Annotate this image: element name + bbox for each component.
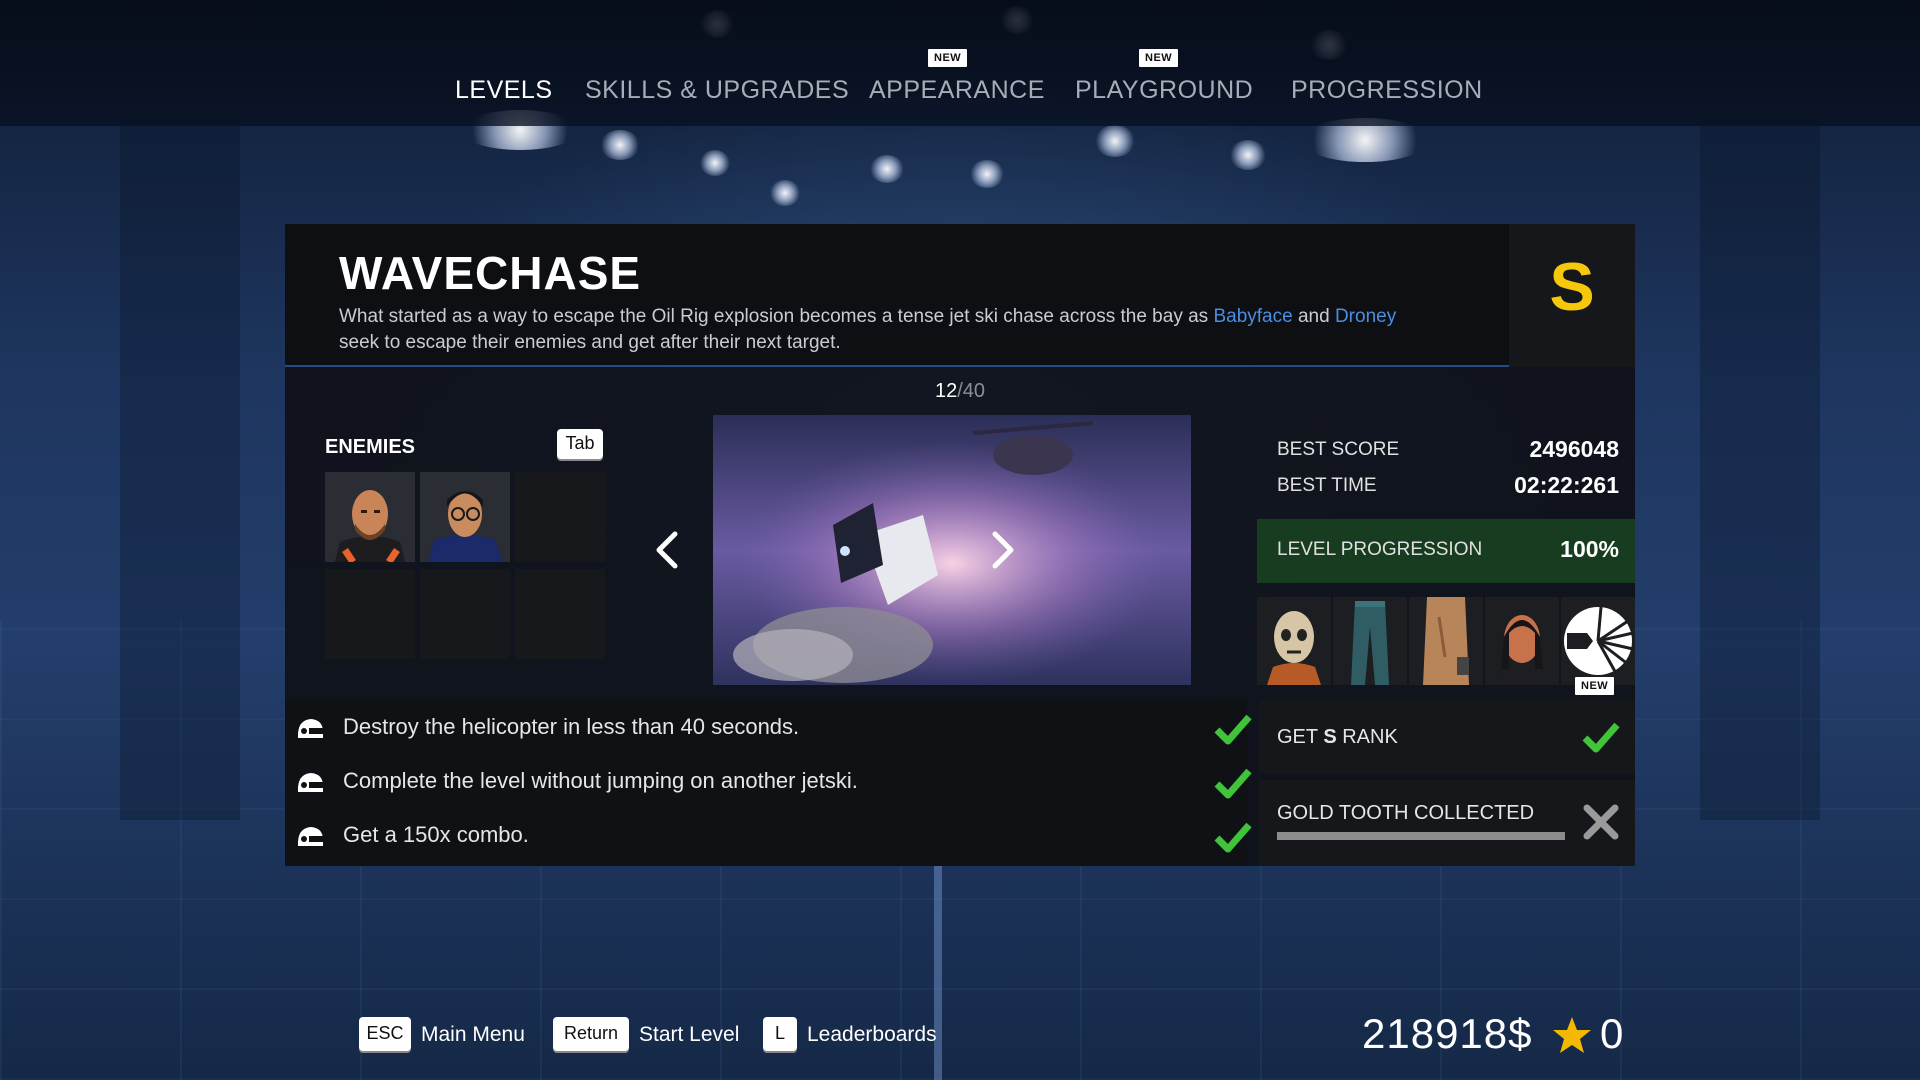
ceiling-light <box>700 150 730 176</box>
next-level-arrow-icon[interactable] <box>985 528 1021 577</box>
goal-rank: GET S RANK <box>1259 700 1635 774</box>
level-progression-label: LEVEL PROGRESSION <box>1277 539 1483 560</box>
cross-icon <box>1583 804 1619 840</box>
level-description: What started as a way to escape the Oil … <box>339 304 1489 356</box>
character-link-babyface[interactable]: Babyface <box>1213 306 1292 327</box>
best-time-value: 02:22:261 <box>1514 472 1619 498</box>
ceiling-light <box>1095 125 1135 157</box>
tab-playground[interactable]: PLAYGROUND <box>1075 76 1253 105</box>
reward-hair[interactable] <box>1485 597 1559 685</box>
description-text: seek to escape their enemies and get aft… <box>339 332 841 353</box>
checkmark-icon <box>1214 768 1252 799</box>
tab-levels[interactable]: LEVELS <box>455 76 553 105</box>
gold-tooth-progress-bar <box>1277 832 1565 840</box>
enemy-portrait[interactable] <box>325 472 415 562</box>
esc-key[interactable]: ESC <box>359 1017 411 1051</box>
tab-skills-upgrades[interactable]: SKILLS & UPGRADES <box>585 76 849 105</box>
goal-rank-prefix: GET <box>1277 726 1324 748</box>
main-menu-label[interactable]: Main Menu <box>421 1023 525 1047</box>
enemy-slot-empty <box>325 569 415 659</box>
helmet-icon <box>297 719 323 738</box>
enemy-slot-empty <box>515 569 605 659</box>
star-counter: 0 <box>1600 1010 1624 1057</box>
background-pillar <box>120 120 240 820</box>
enemy-slot-empty <box>515 472 605 562</box>
description-text: What started as a way to escape the Oil … <box>339 306 1214 327</box>
ceiling-light <box>1230 140 1266 170</box>
level-stats: BEST SCORE 2496048 BEST TIME 02:22:261 L… <box>1257 415 1635 695</box>
level-preview-image <box>713 415 1191 685</box>
reward-pants[interactable] <box>1333 597 1407 685</box>
best-time-label: BEST TIME <box>1277 475 1377 496</box>
objectives-list: Destroy the helicopter in less than 40 s… <box>285 700 1252 866</box>
objective-text: Complete the level without jumping on an… <box>343 768 858 793</box>
description-text: and <box>1292 306 1335 327</box>
checkmark-icon <box>1582 722 1620 753</box>
tab-progression[interactable]: PROGRESSION <box>1291 76 1483 105</box>
reward-outfit[interactable] <box>1409 597 1483 685</box>
previous-level-arrow-icon[interactable] <box>649 528 685 577</box>
level-total: /40 <box>957 380 986 402</box>
level-header: WAVECHASE What started as a way to escap… <box>285 224 1509 367</box>
background-pole <box>934 860 942 1080</box>
goal-gold-tooth: GOLD TOOTH COLLECTED <box>1259 780 1635 866</box>
checkmark-icon <box>1214 822 1252 853</box>
tab-key-hint[interactable]: Tab <box>557 429 603 459</box>
start-level-label[interactable]: Start Level <box>639 1023 739 1047</box>
level-progression-bar: LEVEL PROGRESSION 100% <box>1257 519 1635 583</box>
tab-appearance[interactable]: APPEARANCE <box>869 76 1045 105</box>
enemy-portrait[interactable] <box>420 472 510 562</box>
character-link-droney[interactable]: Droney <box>1335 306 1396 327</box>
money-counter: 218918$ <box>1362 1010 1533 1057</box>
ceiling-light <box>870 155 904 183</box>
enemies-title: ENEMIES <box>325 436 416 458</box>
level-progression-value: 100% <box>1560 536 1619 562</box>
checkmark-icon <box>1214 714 1252 745</box>
return-key[interactable]: Return <box>553 1017 629 1051</box>
helmet-icon <box>297 773 323 792</box>
level-title: WAVECHASE <box>339 247 642 299</box>
enemy-slot-empty <box>420 569 510 659</box>
new-badge: NEW <box>1139 49 1179 67</box>
best-score-value: 2496048 <box>1529 436 1619 462</box>
level-counter: 12/40 <box>285 380 1635 403</box>
goal-rank-suffix: RANK <box>1336 726 1398 748</box>
reward-mask[interactable] <box>1257 597 1331 685</box>
ceiling-light <box>600 130 640 160</box>
background-pillar <box>1700 120 1820 820</box>
l-key[interactable]: L <box>763 1017 797 1051</box>
top-navigation: LEVELS SKILLS & UPGRADES NEW APPEARANCE … <box>0 0 1920 126</box>
new-badge: NEW <box>928 49 968 67</box>
level-index: 12 <box>934 380 958 402</box>
rank-letter: S <box>1549 249 1595 325</box>
star-icon <box>1553 1017 1591 1053</box>
leaderboards-label[interactable]: Leaderboards <box>807 1023 937 1047</box>
reward-emblem[interactable] <box>1561 597 1635 685</box>
objective-text: Get a 150x combo. <box>343 822 529 847</box>
ceiling-light <box>770 180 800 206</box>
helmet-icon <box>297 827 323 846</box>
ceiling-light <box>970 160 1004 188</box>
gold-tooth-label: GOLD TOOTH COLLECTED <box>1277 802 1535 824</box>
goal-rank-label: GET S RANK <box>1277 726 1398 749</box>
new-badge: NEW <box>1575 677 1615 695</box>
goal-rank-letter: S <box>1323 726 1337 748</box>
objective-text: Destroy the helicopter in less than 40 s… <box>343 714 800 739</box>
level-panel: WAVECHASE What started as a way to escap… <box>285 224 1635 866</box>
rank-box: S <box>1509 224 1635 367</box>
best-score-label: BEST SCORE <box>1277 439 1400 460</box>
